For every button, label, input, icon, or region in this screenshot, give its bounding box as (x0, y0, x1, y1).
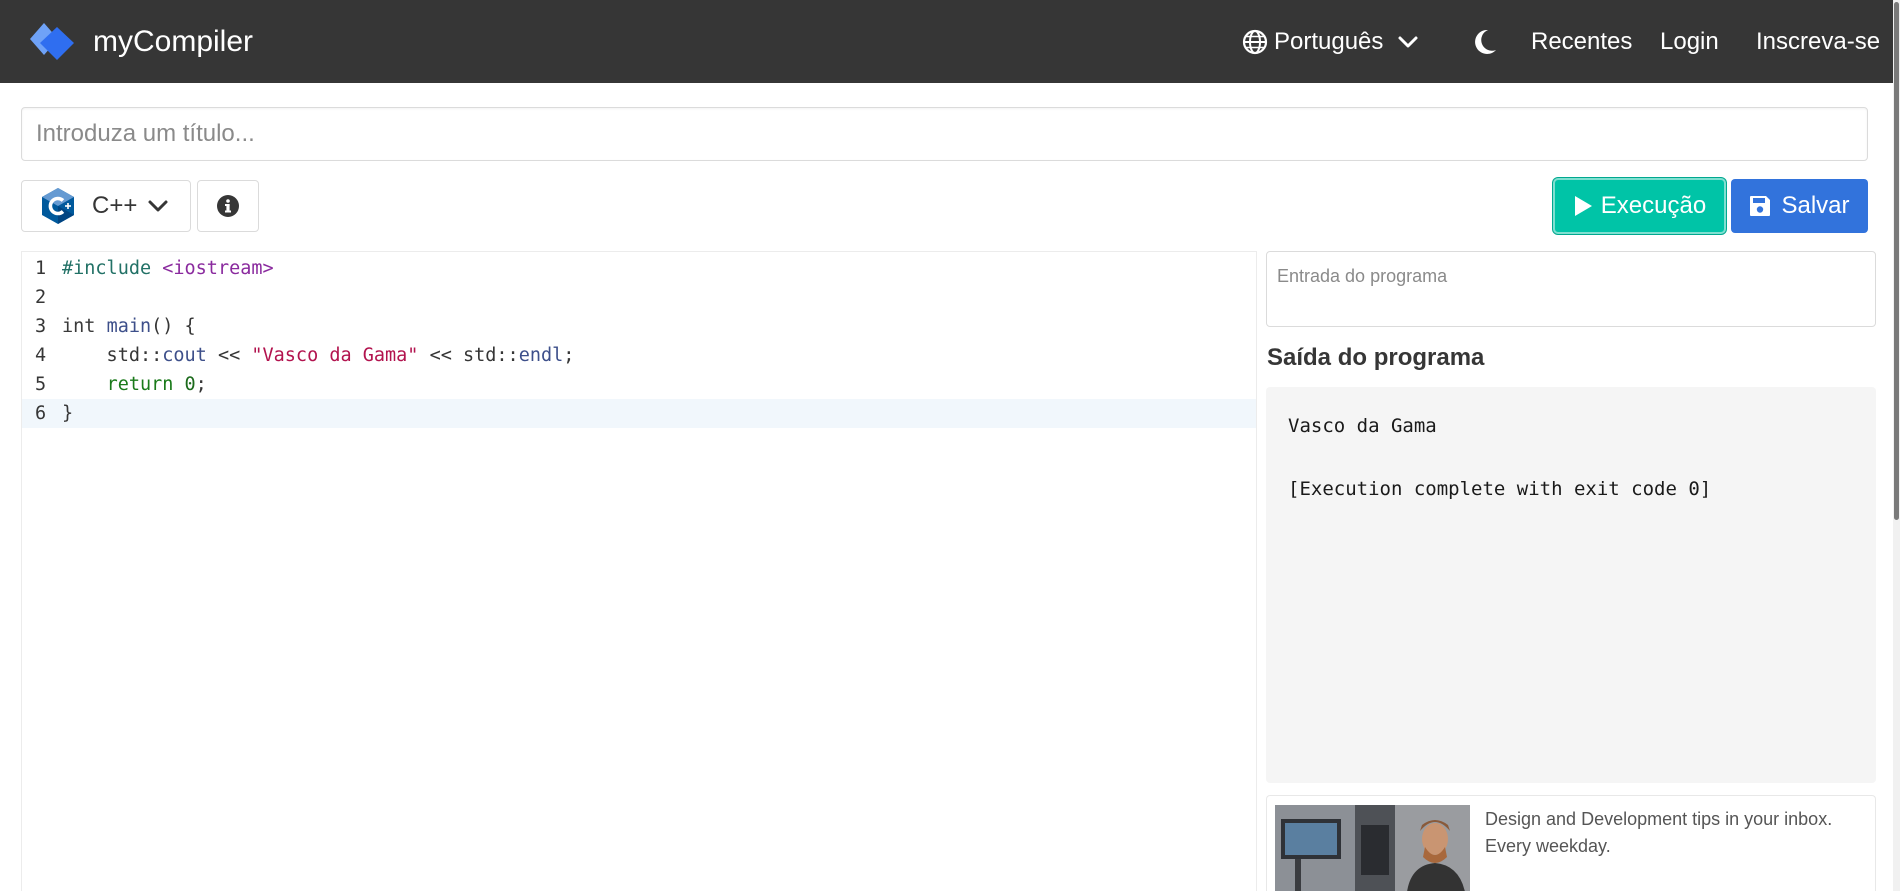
scrollbar-thumb[interactable] (1894, 2, 1899, 520)
code-editor[interactable]: 1 #include <iostream> 2 3 int main() {4 std:… (21, 251, 1257, 891)
code-token: << std:: (418, 345, 519, 366)
output-line: [Execution complete with exit code 0] (1288, 478, 1712, 500)
save-button[interactable]: Salvar (1731, 179, 1868, 233)
line-number: 4 (35, 345, 47, 366)
dark-mode-toggle-icon[interactable] (1472, 28, 1498, 56)
ad-banner[interactable]: Design and Development tips in your inbo… (1266, 795, 1876, 891)
code-text: std::cout << "Vasco da Gama" << std::end… (62, 341, 575, 370)
code-token: ; (563, 345, 575, 366)
chevron-down-icon (148, 200, 168, 212)
code-token: std:: (62, 345, 163, 366)
code-token: "Vasco da Gama" (251, 345, 419, 366)
info-icon (217, 195, 239, 217)
code-line[interactable]: 1 #include <iostream> (22, 254, 1256, 283)
line-number: 2 (35, 287, 47, 308)
run-button[interactable]: Execução (1553, 178, 1726, 234)
code-token: 0 (184, 374, 196, 395)
code-line[interactable]: 6} (22, 399, 1256, 428)
code-text: } (62, 399, 73, 428)
code-token: cout (162, 345, 207, 366)
play-icon (1574, 196, 1592, 216)
code-token: ; (195, 374, 207, 395)
save-icon (1750, 196, 1771, 216)
line-number: 1 (35, 258, 47, 279)
brand-name: myCompiler (93, 24, 254, 58)
code-token: return (106, 374, 174, 395)
program-input[interactable] (1266, 251, 1876, 327)
code-line[interactable]: 4 std::cout << "Vasco da Gama" << std::e… (22, 341, 1256, 370)
code-text: #include <iostream> (62, 254, 274, 283)
code-token: endl (518, 345, 564, 366)
cpp-logo-icon (42, 188, 74, 224)
code-token: #include (62, 258, 152, 279)
globe-icon (1242, 29, 1268, 54)
save-label: Salvar (1781, 192, 1850, 219)
line-number: 6 (35, 403, 47, 424)
mycompiler-logo-icon (30, 23, 74, 60)
title-input[interactable] (21, 107, 1868, 161)
run-label: Execução (1600, 192, 1707, 219)
chevron-down-icon (1398, 36, 1418, 47)
line-number: 3 (35, 316, 47, 337)
ad-image[interactable] (1275, 805, 1470, 891)
info-button[interactable] (197, 180, 259, 232)
code-token: main (106, 316, 152, 337)
language-label: Português (1274, 27, 1384, 55)
code-token: <iostream> (162, 258, 274, 279)
code-text: int main() { (62, 312, 196, 341)
code-token: int (62, 316, 96, 337)
nav-link-login[interactable]: Login (1660, 20, 1719, 63)
code-text: return 0; (62, 370, 207, 399)
code-line[interactable]: 5 return 0; (22, 370, 1256, 399)
nav-link-signup[interactable]: Inscreva-se (1756, 20, 1880, 63)
code-token: () { (151, 316, 196, 337)
language-select-label: C++ (92, 192, 138, 219)
code-token: << (206, 345, 252, 366)
code-line[interactable]: 2 (22, 283, 1256, 312)
ad-text[interactable]: Design and Development tips in your inbo… (1485, 806, 1865, 860)
output-line: Vasco da Gama (1288, 415, 1437, 437)
code-token: } (62, 403, 74, 424)
nav-link-recentes[interactable]: Recentes (1531, 20, 1632, 63)
code-line[interactable]: 3 int main() { (22, 312, 1256, 341)
output-title: Saída do programa (1267, 344, 1485, 371)
language-dropdown[interactable]: Português (1242, 20, 1419, 63)
page-scrollbar[interactable] (1893, 0, 1900, 891)
brand-link[interactable]: myCompiler (30, 20, 253, 63)
ad-photo (1275, 805, 1470, 891)
output-blank-line (1288, 442, 1854, 474)
top-navbar: myCompiler Português Recentes Login Insc… (0, 0, 1900, 83)
language-select[interactable]: C++ (21, 180, 191, 232)
program-output: Vasco da Gama [Execution complete with e… (1266, 387, 1876, 783)
line-number: 5 (35, 374, 47, 395)
